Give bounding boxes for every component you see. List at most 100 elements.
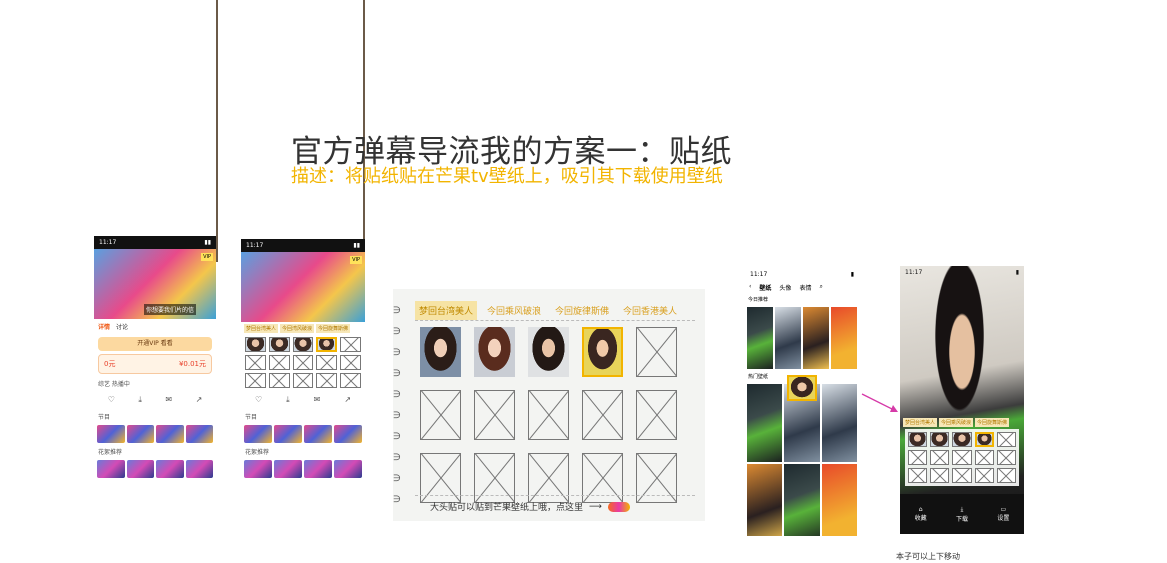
wallpaper-thumb[interactable] — [821, 384, 857, 462]
tab-ride-wind[interactable]: 今回乘风破浪 — [483, 301, 545, 320]
tab-avatar[interactable]: 头像 — [779, 283, 791, 292]
sticker-placeholder[interactable] — [996, 450, 1016, 465]
wallpaper-thumb[interactable] — [747, 464, 783, 536]
sticker[interactable] — [908, 432, 928, 447]
mango-logo-icon[interactable] — [607, 501, 630, 512]
sticker-tab[interactable]: 今回旋舞斯佛 — [975, 418, 1010, 427]
sticker-selected[interactable] — [316, 337, 338, 352]
like-icon[interactable]: ♡ — [255, 395, 262, 405]
settings-button[interactable]: ▭ 设置 — [997, 506, 1009, 522]
sticker-placeholder[interactable] — [930, 468, 950, 483]
download-icon[interactable]: ⤓ — [286, 395, 290, 405]
comment-icon[interactable]: ✉ — [314, 395, 321, 405]
clip-thumb[interactable] — [185, 460, 213, 478]
tab-hongkong-beauty[interactable]: 今回香港美人 — [619, 301, 681, 320]
clip-thumb[interactable] — [126, 460, 154, 478]
sticker-tab[interactable]: 今回湾风破浪 — [280, 324, 315, 333]
tab-detail[interactable]: 详情 — [98, 322, 110, 331]
wallpaper-thumb[interactable] — [803, 307, 829, 369]
clip-thumb[interactable] — [244, 460, 272, 478]
sticker-placeholder[interactable] — [340, 355, 361, 370]
sticker-placeholder[interactable] — [582, 390, 623, 440]
clip-thumb[interactable] — [156, 460, 184, 478]
sticker-tab[interactable]: 梦回台湾美人 — [244, 324, 279, 333]
download-button[interactable]: ⤓ 下载 — [956, 506, 968, 523]
share-icon[interactable]: ↗ — [344, 395, 351, 405]
sticker-placeholder[interactable] — [268, 355, 290, 370]
clip-thumb[interactable] — [97, 460, 125, 478]
tab-discuss[interactable]: 讨论 — [116, 322, 128, 331]
sticker-selected[interactable] — [974, 432, 994, 447]
sticker-tab[interactable]: 今回乘风破浪 — [939, 418, 974, 427]
sticker[interactable] — [474, 327, 515, 377]
sticker-placeholder[interactable] — [908, 450, 928, 465]
episode-thumb[interactable] — [304, 425, 332, 443]
clip-thumb[interactable] — [334, 460, 362, 478]
sticker-placeholder[interactable] — [340, 337, 361, 352]
sticker-placeholder[interactable] — [316, 355, 338, 370]
sticker-placeholder[interactable] — [420, 390, 461, 440]
sticker[interactable] — [528, 327, 569, 377]
sticker-placeholder[interactable] — [952, 468, 972, 483]
sticker-notebook[interactable]: ∋ ∋ ∋ ∋ ∋ ∋ ∋ ∋ ∋ ∋ 梦回台湾美人 今回乘风破浪 今回旋律斯佛 今回香港美人 大… — [393, 289, 705, 521]
share-icon[interactable]: ↗ — [196, 395, 203, 405]
collect-button[interactable]: ⌂ 收藏 — [915, 506, 927, 522]
episode-thumb[interactable] — [156, 425, 184, 443]
sticker-placeholder[interactable] — [474, 390, 515, 440]
episode-thumb[interactable] — [334, 425, 362, 443]
sticker-placeholder[interactable] — [908, 468, 928, 483]
comment-icon[interactable]: ✉ — [165, 395, 172, 405]
promo-banner[interactable]: 0元 ¥0.01元 — [98, 354, 212, 374]
episode-thumb[interactable] — [274, 425, 302, 443]
sticker[interactable] — [420, 327, 461, 377]
sticker-placeholder[interactable] — [952, 450, 972, 465]
sticker-placeholder[interactable] — [316, 373, 338, 388]
tab-taiwan-beauty[interactable]: 梦回台湾美人 — [415, 301, 478, 320]
sticker[interactable] — [292, 337, 314, 352]
wallpaper-thumb[interactable] — [747, 307, 773, 369]
sticker-selected[interactable] — [582, 327, 623, 377]
back-icon[interactable]: ‹ — [749, 283, 751, 292]
notebook-footer[interactable]: 大头贴可以贴到芒果壁纸上哦，点这里 ⟶ — [430, 500, 630, 513]
episode-thumb[interactable] — [185, 425, 213, 443]
tab-emoji[interactable]: 表情 — [799, 283, 811, 292]
sticker-placeholder[interactable] — [245, 355, 266, 370]
sticker-placeholder[interactable] — [245, 373, 266, 388]
download-icon[interactable]: ⤓ — [138, 395, 142, 405]
sticker-placeholder[interactable] — [340, 373, 361, 388]
episode-thumb[interactable] — [126, 425, 154, 443]
sticker[interactable] — [952, 432, 972, 447]
clip-thumb[interactable] — [274, 460, 302, 478]
sticker-placeholder[interactable] — [292, 373, 314, 388]
sticker[interactable] — [268, 337, 290, 352]
wallpaper-thumb[interactable] — [821, 464, 857, 536]
sticker-placeholder[interactable] — [268, 373, 290, 388]
sticker-tab[interactable]: 今回旋舞斯佛 — [316, 324, 351, 333]
sticker-placeholder[interactable] — [292, 355, 314, 370]
sticker-placeholder[interactable] — [636, 327, 677, 377]
search-icon[interactable]: ⌕ — [819, 283, 822, 292]
wallpaper-thumb[interactable] — [831, 307, 857, 369]
sticker-placeholder[interactable] — [996, 432, 1016, 447]
sticker[interactable] — [245, 337, 266, 352]
tab-wallpaper[interactable]: 壁纸 — [759, 283, 771, 292]
wallpaper-thumb[interactable] — [784, 464, 820, 536]
sticker-placeholder[interactable] — [996, 468, 1016, 483]
sticker-tab[interactable]: 梦回台湾美人 — [903, 418, 938, 427]
sticker-placeholder[interactable] — [636, 390, 677, 440]
video-player[interactable]: VIP 你想要我们片的信 — [94, 249, 216, 319]
sticker-placeholder[interactable] — [974, 450, 994, 465]
vip-button[interactable]: 开通VIP 看看 — [98, 337, 212, 351]
sticker-placeholder[interactable] — [930, 450, 950, 465]
sticker-placeholder[interactable] — [528, 390, 569, 440]
clip-thumb[interactable] — [304, 460, 332, 478]
sticker[interactable] — [930, 432, 950, 447]
like-icon[interactable]: ♡ — [108, 395, 115, 405]
wallpaper-thumb[interactable] — [747, 384, 783, 462]
sticker-on-wallpaper[interactable] — [787, 375, 817, 401]
episode-thumb[interactable] — [97, 425, 125, 443]
episode-thumb[interactable] — [244, 425, 272, 443]
video-player[interactable]: VIP — [241, 252, 365, 322]
tab-melody[interactable]: 今回旋律斯佛 — [551, 301, 613, 320]
wallpaper-thumb[interactable] — [775, 307, 801, 369]
